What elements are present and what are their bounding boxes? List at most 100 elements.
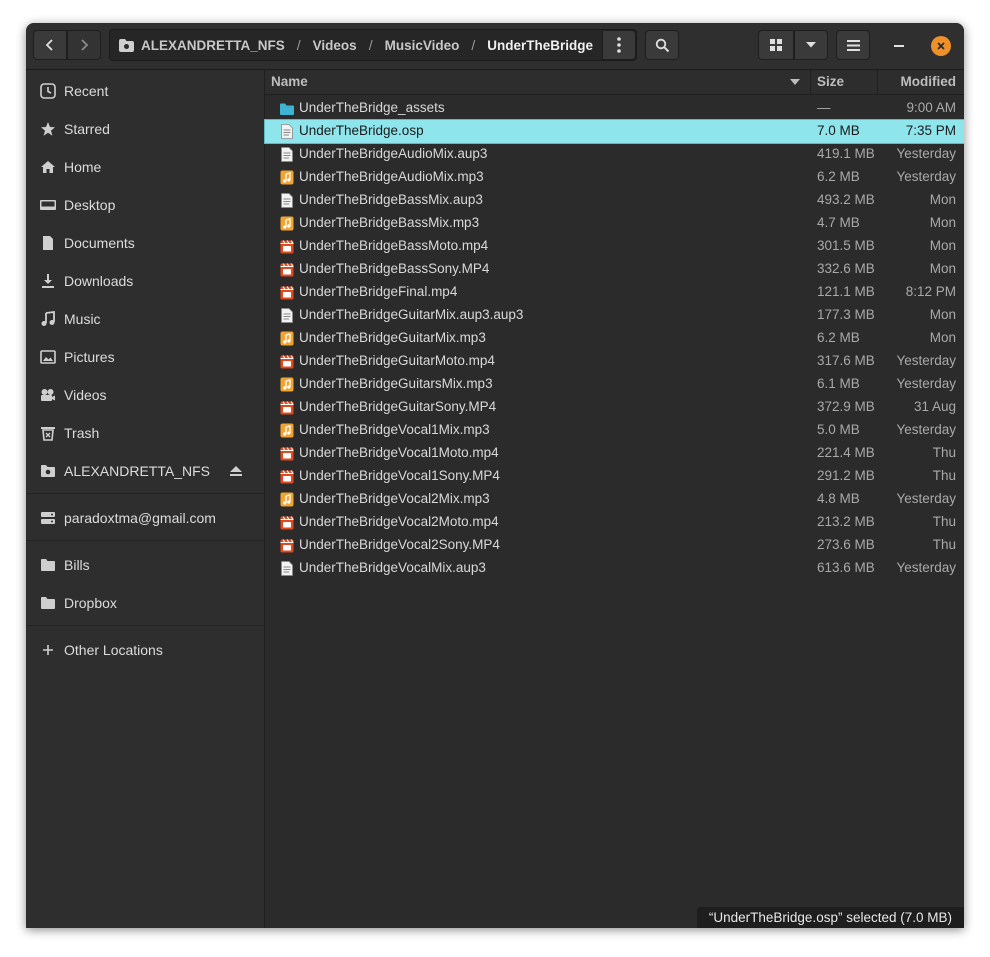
file-size: 372.9 MB <box>817 399 875 414</box>
file-size: 213.2 MB <box>817 514 875 529</box>
forward-button[interactable] <box>67 30 101 60</box>
file-modified: Yesterday <box>896 146 956 161</box>
minimize-button[interactable] <box>894 45 904 47</box>
file-row[interactable]: UnderTheBridgeVocalMix.aup3 613.6 MB Yeste… <box>265 557 964 580</box>
file-size: 419.1 MB <box>817 146 875 161</box>
file-name: UnderTheBridge.osp <box>299 123 424 138</box>
video-file-icon <box>280 539 294 553</box>
sidebar-item-label: Dropbox <box>64 595 117 611</box>
file-row[interactable]: UnderTheBridgeBassMix.mp3 4.7 MB Mon <box>265 212 964 235</box>
file-size: — <box>817 100 831 115</box>
file-row[interactable]: UnderTheBridgeVocal2Sony.MP4 273.6 MB Thu <box>265 534 964 557</box>
file-row[interactable]: UnderTheBridgeGuitarMix.mp3 6.2 MB Mon <box>265 327 964 350</box>
file-modified: Mon <box>929 261 956 276</box>
sidebar-item-desktop[interactable]: Desktop <box>26 190 264 220</box>
file-size: 177.3 MB <box>817 307 875 322</box>
grid-icon <box>770 39 782 51</box>
sidebar-item-alexandretta-nfs[interactable]: ALEXANDRETTA_NFS <box>26 456 264 486</box>
file-name: UnderTheBridgeGuitarMoto.mp4 <box>299 353 495 368</box>
file-size: 4.8 MB <box>817 491 860 506</box>
column-name-header[interactable]: Name <box>271 74 308 89</box>
search-button[interactable] <box>645 30 679 60</box>
file-row[interactable]: UnderTheBridgeBassSony.MP4 332.6 MB Mon <box>265 258 964 281</box>
file-size: 6.1 MB <box>817 376 860 391</box>
audio-file-icon <box>280 377 294 392</box>
file-size: 6.2 MB <box>817 169 860 184</box>
file-row[interactable]: UnderTheBridgeAudioMix.mp3 6.2 MB Yesterda… <box>265 166 964 189</box>
text-file-icon <box>281 193 293 208</box>
video-file-icon <box>280 401 294 415</box>
eject-icon[interactable] <box>230 466 242 477</box>
file-modified: Thu <box>932 514 956 529</box>
file-size: 301.5 MB <box>817 238 875 253</box>
sidebar-item-label: Desktop <box>64 197 116 213</box>
close-button[interactable] <box>931 36 951 56</box>
file-row[interactable]: UnderTheBridgeBassMoto.mp4 301.5 MB Mon <box>265 235 964 258</box>
file-row[interactable]: UnderTheBridgeVocal1Sony.MP4 291.2 MB Thu <box>265 465 964 488</box>
back-button[interactable] <box>33 30 67 60</box>
sidebar-item-documents[interactable]: Documents <box>26 228 264 258</box>
crumb-musicvideo[interactable]: MusicVideo <box>385 38 460 53</box>
file-row[interactable]: UnderTheBridgeBassMix.aup3 493.2 MB Mon <box>265 189 964 212</box>
sidebar-item-gmail-account[interactable]: paradoxtma@gmail.com <box>26 503 264 533</box>
sidebar-item-bills[interactable]: Bills <box>26 550 264 580</box>
column-divider <box>810 70 811 94</box>
file-row[interactable]: UnderTheBridgeGuitarMix.aup3.aup3 177.3 M… <box>265 304 964 327</box>
file-row[interactable]: UnderTheBridgeGuitarSony.MP4 372.9 MB 31 A… <box>265 396 964 419</box>
folder-icon <box>41 559 55 571</box>
sidebar-item-videos[interactable]: Videos <box>26 380 264 410</box>
file-row[interactable]: UnderTheBridgeFinal.mp4 121.1 MB 8:12 PM <box>265 281 964 304</box>
sidebar-item-recent[interactable]: Recent <box>26 76 264 106</box>
crumb-videos[interactable]: Videos <box>313 38 357 53</box>
sidebar-item-starred[interactable]: Starred <box>26 114 264 144</box>
sidebar-item-music[interactable]: Music <box>26 304 264 334</box>
file-row[interactable]: UnderTheBridgeVocal2Mix.mp3 4.8 MB Yesterd… <box>265 488 964 511</box>
view-options-button[interactable] <box>794 30 828 60</box>
column-size-header[interactable]: Size <box>817 74 844 89</box>
crumb-root[interactable]: ALEXANDRETTA_NFS <box>141 38 285 53</box>
file-modified: Yesterday <box>896 422 956 437</box>
file-modified: Thu <box>932 468 956 483</box>
chevron-left-icon <box>45 39 53 51</box>
file-modified: 9:00 AM <box>906 100 956 115</box>
grid-view-button[interactable] <box>758 30 794 60</box>
file-name: UnderTheBridgeVocal2Moto.mp4 <box>299 514 499 529</box>
file-row[interactable]: UnderTheBridgeVocal1Mix.mp3 5.0 MB Yesterd… <box>265 419 964 442</box>
file-row[interactable]: UnderTheBridgeVocal2Moto.mp4 213.2 MB Thu <box>265 511 964 534</box>
sidebar-item-label: Downloads <box>64 273 134 289</box>
sidebar-item-label: paradoxtma@gmail.com <box>64 510 216 526</box>
sidebar-item-other-locations[interactable]: Other Locations <box>26 635 264 665</box>
sidebar-item-downloads[interactable]: Downloads <box>26 266 264 296</box>
sidebar-item-label: Home <box>64 159 102 175</box>
file-name: UnderTheBridgeGuitarSony.MP4 <box>299 399 497 414</box>
sidebar-item-label: Bills <box>64 557 90 573</box>
sidebar-item-label: Other Locations <box>64 642 163 658</box>
folder-icon <box>41 597 55 609</box>
file-name: UnderTheBridgeFinal.mp4 <box>299 284 458 299</box>
audio-file-icon <box>280 216 294 231</box>
file-size: 493.2 MB <box>817 192 875 207</box>
file-row[interactable]: UnderTheBridgeGuitarMoto.mp4 317.6 MB Yest… <box>265 350 964 373</box>
sidebar-item-trash[interactable]: Trash <box>26 418 264 448</box>
file-row[interactable]: UnderTheBridgeGuitarsMix.mp3 6.1 MB Yester… <box>265 373 964 396</box>
text-file-icon <box>281 124 293 139</box>
video-file-icon <box>280 355 294 369</box>
file-row[interactable]: UnderTheBridge.osp 7.0 MB 7:35 PM <box>264 119 964 144</box>
file-name: UnderTheBridgeGuitarsMix.mp3 <box>299 376 493 391</box>
sidebar-item-pictures[interactable]: Pictures <box>26 342 264 372</box>
crumb-current[interactable]: UnderTheBridge <box>487 38 593 53</box>
download-icon <box>42 274 54 288</box>
column-modified-header[interactable]: Modified <box>901 74 957 89</box>
file-name: UnderTheBridgeVocalMix.aup3 <box>299 560 486 575</box>
text-file-icon <box>281 308 293 323</box>
sidebar-item-home[interactable]: Home <box>26 152 264 182</box>
path-menu-button[interactable] <box>602 30 636 60</box>
file-row[interactable]: UnderTheBridgeVocal1Moto.mp4 221.4 MB Thu <box>265 442 964 465</box>
plus-icon <box>43 645 53 655</box>
file-row[interactable]: UnderTheBridge_assets — 9:00 AM <box>265 97 964 120</box>
sort-descending-icon[interactable] <box>790 79 800 86</box>
main-menu-button[interactable] <box>836 30 870 60</box>
sidebar-item-dropbox[interactable]: Dropbox <box>26 588 264 618</box>
file-name: UnderTheBridgeVocal2Sony.MP4 <box>299 537 500 552</box>
file-row[interactable]: UnderTheBridgeAudioMix.aup3 419.1 MB Yeste… <box>265 143 964 166</box>
